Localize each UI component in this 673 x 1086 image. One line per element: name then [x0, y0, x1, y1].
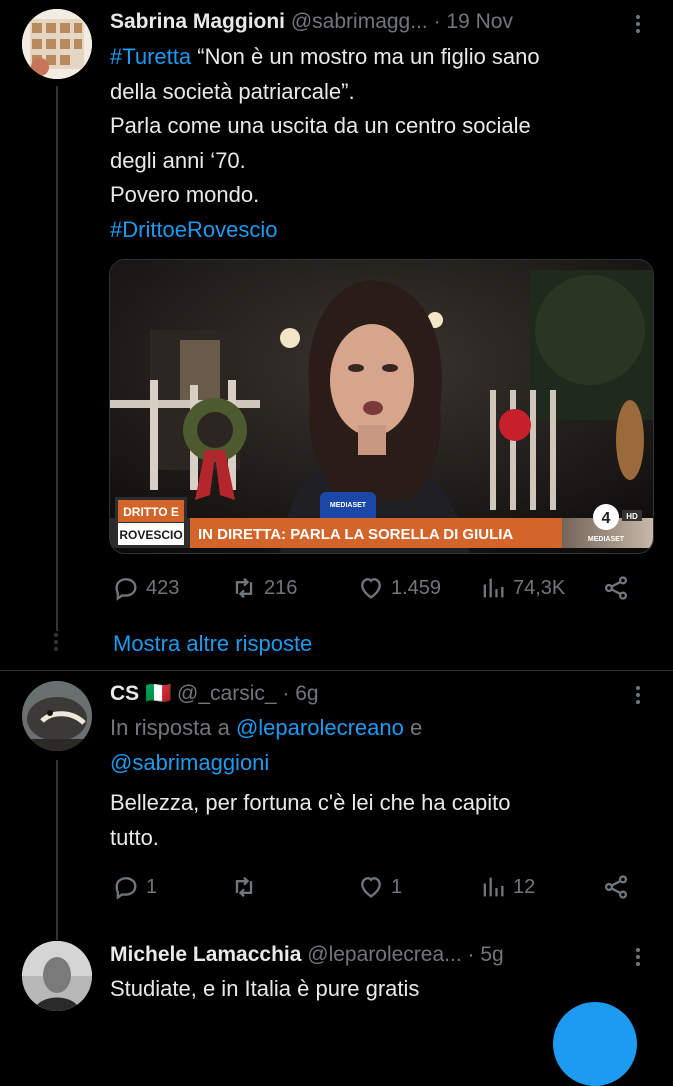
tweet-line-5: Povero mondo.: [110, 182, 260, 207]
like-icon: [361, 877, 381, 898]
retweet-icon: [235, 577, 253, 599]
mic-label: MEDIASET: [330, 502, 367, 509]
compose-button[interactable]: [553, 1002, 637, 1086]
share-button[interactable]: [602, 574, 636, 602]
elephant-avatar-image: [22, 681, 92, 751]
avatar-michele[interactable]: [22, 941, 92, 1011]
bookshelf-avatar-image: [22, 9, 92, 79]
handle[interactable]: @leparolecrea...: [307, 943, 461, 966]
tweet-line-1: Studiate, e in Italia è pure gratis: [110, 976, 420, 1001]
like-icon: [361, 578, 381, 599]
views-button[interactable]: 12: [479, 873, 535, 901]
hashtag-link[interactable]: #Turetta: [110, 44, 191, 69]
tv-broadcast-image: MEDIASET DRITTO E ROVESCIO IN DIRETTA: P…: [110, 260, 653, 553]
thread-line: [56, 86, 58, 631]
reply-icon: [115, 578, 137, 601]
channel-name: MEDIASET: [588, 536, 625, 543]
avatar-sabrina[interactable]: [22, 9, 92, 79]
reply-button[interactable]: 1: [112, 873, 157, 901]
handle[interactable]: @sabrimagg...: [291, 10, 428, 33]
mention-link[interactable]: @sabrimaggioni: [110, 746, 650, 781]
flag-icon: 🇮🇹: [145, 682, 172, 705]
display-name[interactable]: Sabrina Maggioni: [110, 10, 285, 33]
hashtag-link[interactable]: #DrittoeRovescio: [110, 213, 650, 248]
views-icon: [483, 578, 504, 598]
tweet-text: Studiate, e in Italia è pure gratis: [110, 972, 650, 1007]
tweet-header: Michele Lamacchia @leparolecrea... · 5g: [110, 942, 504, 968]
timestamp[interactable]: · 5g: [468, 943, 504, 966]
avatar-cs[interactable]: [22, 681, 92, 751]
tweet-header: Sabrina Maggioni @sabrimagg... · 19 Nov: [110, 9, 513, 35]
timestamp[interactable]: · 19 Nov: [434, 10, 513, 33]
like-count: 1.459: [391, 576, 442, 599]
more-icon[interactable]: [633, 12, 643, 36]
views-count: 12: [513, 875, 536, 898]
more-icon[interactable]: [633, 683, 643, 707]
more-icon[interactable]: [633, 945, 643, 969]
tweet-line-1: Bellezza, per fortuna c'è lei che ha cap…: [110, 790, 511, 815]
tweet-text: #Turetta “Non è un mostro ma un figlio s…: [110, 40, 650, 247]
share-icon: [604, 576, 628, 600]
tweet-line-2: della società patriarcale”.: [110, 78, 355, 104]
portrait-avatar-image: [22, 941, 92, 1011]
retweet-button[interactable]: 216: [230, 574, 297, 602]
thread-line: [56, 760, 58, 940]
reply-icon: [115, 877, 137, 900]
tweet-text: Bellezza, per fortuna c'è lei che ha cap…: [110, 786, 650, 855]
like-button[interactable]: 1: [357, 873, 402, 901]
display-name[interactable]: CS: [110, 682, 139, 705]
tweet-media-image[interactable]: MEDIASET DRITTO E ROVESCIO IN DIRETTA: P…: [109, 259, 654, 554]
views-count: 74,3K: [513, 576, 566, 599]
retweet-count: 216: [264, 576, 298, 599]
tweet-line-2: tutto.: [110, 824, 159, 850]
share-icon: [604, 875, 628, 899]
reply-context: In risposta a @leparolecreano e @sabrima…: [110, 711, 650, 780]
tweet-line-1: #Turetta “Non è un mostro ma un figlio s…: [110, 44, 540, 69]
show-logo-line2: ROVESCIO: [119, 528, 182, 542]
views-icon: [483, 877, 504, 897]
channel-tag: HD: [626, 512, 638, 521]
handle[interactable]: @_carsic_: [177, 682, 277, 705]
like-button[interactable]: 1.459: [357, 574, 441, 602]
reply-button[interactable]: 423: [112, 574, 179, 602]
retweet-icon: [235, 876, 253, 898]
like-count: 1: [391, 875, 403, 898]
tweet-header: CS 🇮🇹 @_carsic_ · 6g: [110, 681, 319, 707]
banner-text: IN DIRETTA: PARLA LA SORELLA DI GIULIA: [198, 526, 513, 543]
divider: [0, 670, 673, 671]
share-button[interactable]: [602, 873, 636, 901]
timestamp[interactable]: · 6g: [282, 682, 318, 705]
thread-dots: [54, 630, 58, 654]
retweet-button[interactable]: [230, 873, 264, 901]
mention-link[interactable]: @leparolecreano: [236, 715, 404, 740]
show-logo-line1: DRITTO E: [123, 505, 179, 519]
show-more-replies-link[interactable]: Mostra altre risposte: [113, 631, 312, 657]
display-name[interactable]: Michele Lamacchia: [110, 943, 301, 966]
reply-count: 1: [146, 875, 158, 898]
channel-number: 4: [602, 510, 611, 527]
reply-count: 423: [146, 576, 180, 599]
views-button[interactable]: 74,3K: [479, 574, 565, 602]
tweet-line-3: Parla come una uscita da un centro socia…: [110, 113, 531, 138]
tweet-line-4: degli anni ‘70.: [110, 147, 246, 173]
